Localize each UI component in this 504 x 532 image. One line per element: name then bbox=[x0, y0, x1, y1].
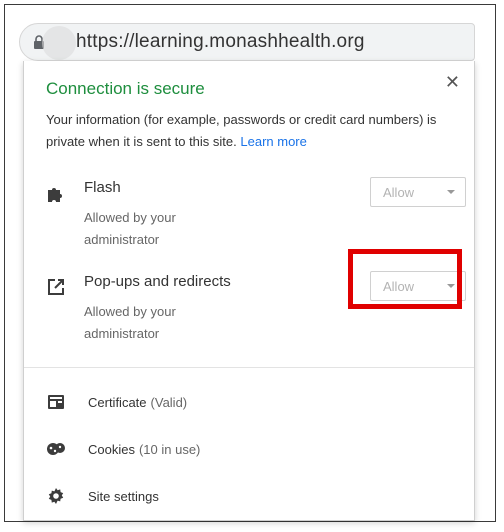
cookies-count: (10 in use) bbox=[138, 441, 201, 457]
certificate-icon bbox=[46, 392, 66, 412]
site-settings-link[interactable]: Site settings bbox=[46, 483, 466, 509]
connection-status-title: Connection is secure bbox=[46, 79, 205, 98]
puzzle-piece-icon bbox=[46, 183, 66, 203]
lock-hover-circle bbox=[42, 26, 76, 60]
gear-icon bbox=[46, 486, 66, 506]
address-bar[interactable]: https://learning.monashhealth.org bbox=[19, 23, 475, 61]
connection-description: Your information (for example, passwords… bbox=[46, 109, 466, 153]
cookies-link[interactable]: Cookies (10 in use) bbox=[46, 436, 466, 462]
select-value: Allow bbox=[383, 184, 415, 200]
chevron-down-icon bbox=[447, 284, 455, 288]
section-divider bbox=[24, 367, 474, 368]
cookies-label: Cookies bbox=[88, 441, 135, 457]
site-info-popup: ✕ Connection is secure Your information … bbox=[23, 61, 475, 521]
permission-status: Allowed by your administrator bbox=[84, 304, 176, 341]
permission-name: Flash bbox=[84, 179, 121, 196]
certificate-label: Certificate bbox=[88, 394, 147, 410]
learn-more-link[interactable]: Learn more bbox=[240, 134, 306, 149]
popups-permission-select[interactable]: Allow bbox=[370, 271, 466, 301]
permission-status: Allowed by your administrator bbox=[84, 210, 176, 247]
select-value: Allow bbox=[383, 278, 415, 294]
cookie-icon bbox=[46, 439, 66, 459]
flash-permission-select[interactable]: Allow bbox=[370, 177, 466, 207]
permission-name: Pop-ups and redirects bbox=[84, 273, 231, 290]
site-settings-label: Site settings bbox=[88, 488, 159, 504]
chevron-down-icon bbox=[447, 190, 455, 194]
external-link-icon bbox=[46, 277, 66, 297]
close-icon[interactable]: ✕ bbox=[445, 73, 460, 91]
certificate-link[interactable]: Certificate (Valid) bbox=[46, 389, 466, 415]
screenshot-frame: https://learning.monashhealth.org ✕ Conn… bbox=[4, 4, 496, 522]
url-text[interactable]: https://learning.monashhealth.org bbox=[76, 31, 365, 53]
certificate-status: (Valid) bbox=[150, 394, 188, 410]
